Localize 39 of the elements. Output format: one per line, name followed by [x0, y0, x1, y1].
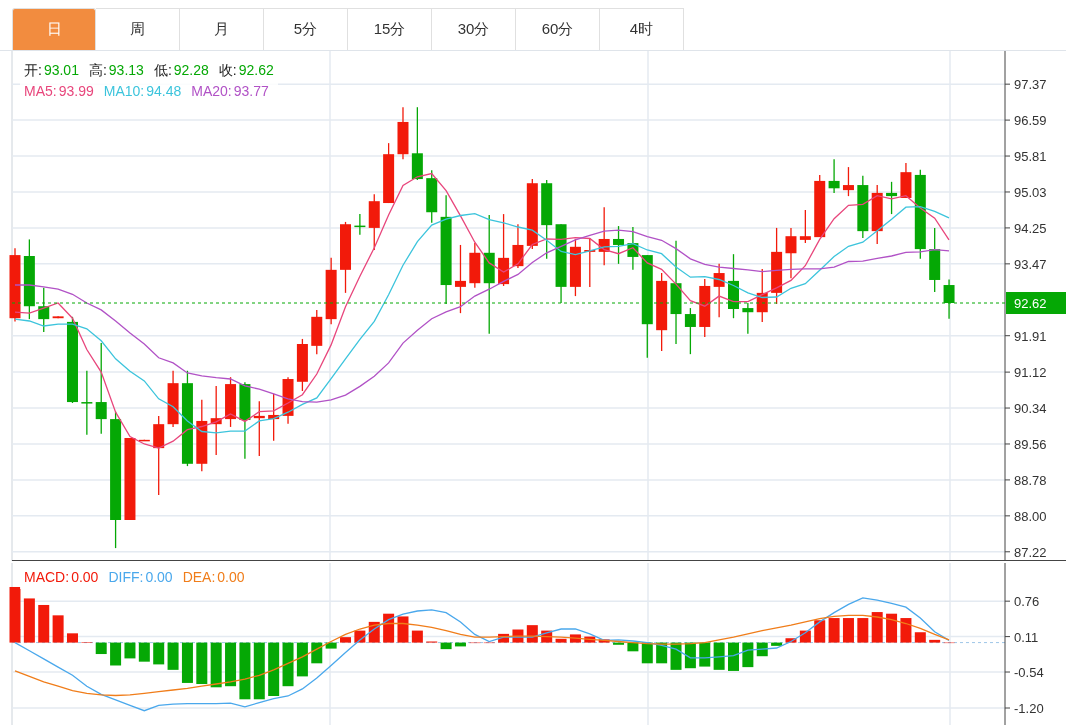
axis-label: 96.59 [1014, 113, 1047, 129]
ref-line-label: 92.62 [1014, 296, 1047, 312]
axis-label: 89.56 [1014, 437, 1047, 452]
legend-label: 高: [88, 61, 107, 80]
legend-value: 93.13 [108, 61, 144, 80]
axis-label: 91.12 [1014, 365, 1047, 381]
legend-label: MA10: [103, 82, 145, 101]
legend-value: 93.01 [43, 61, 79, 80]
legend-value: 93.99 [58, 82, 94, 101]
axis-label: 88.00 [1014, 508, 1047, 524]
legend-label: MA5: [24, 82, 57, 101]
axis-label: 0.76 [1014, 594, 1040, 610]
legend-value: 0.00 [71, 568, 99, 587]
legend-value: 0.00 [145, 568, 173, 587]
axis-label: 88.78 [1014, 472, 1047, 488]
legend-label: MACD: [24, 568, 70, 587]
axis-label: 95.81 [1014, 149, 1047, 165]
axis-label: 0.11 [1014, 629, 1039, 645]
axis-label: -0.54 [1014, 665, 1044, 681]
axis-label: 93.47 [1014, 256, 1047, 272]
legend-label: DIFF: [108, 568, 144, 587]
price-tag: 92.62 [1006, 292, 1066, 314]
legend-label: 低: [153, 61, 172, 80]
legend-value: 93.77 [233, 82, 269, 101]
axis-label: 97.37 [1014, 77, 1047, 93]
legend-label: 开: [24, 61, 42, 80]
legend-value: 94.48 [146, 82, 182, 101]
legend-value: 92.28 [173, 61, 209, 80]
axis-label: 87.22 [1014, 544, 1047, 560]
legend-value: 92.62 [238, 61, 274, 80]
axis-label: 90.34 [1014, 401, 1047, 417]
axis-label: 94.25 [1014, 220, 1047, 236]
legend-label: 收: [218, 61, 237, 80]
legend-value: 0.00 [217, 568, 245, 587]
axis-label: 95.03 [1014, 185, 1047, 200]
legend-label: MA20: [191, 82, 232, 101]
axis-label: 91.91 [1014, 328, 1047, 344]
legend-label: DEA: [182, 568, 216, 587]
axis-label: -1.20 [1014, 701, 1044, 716]
